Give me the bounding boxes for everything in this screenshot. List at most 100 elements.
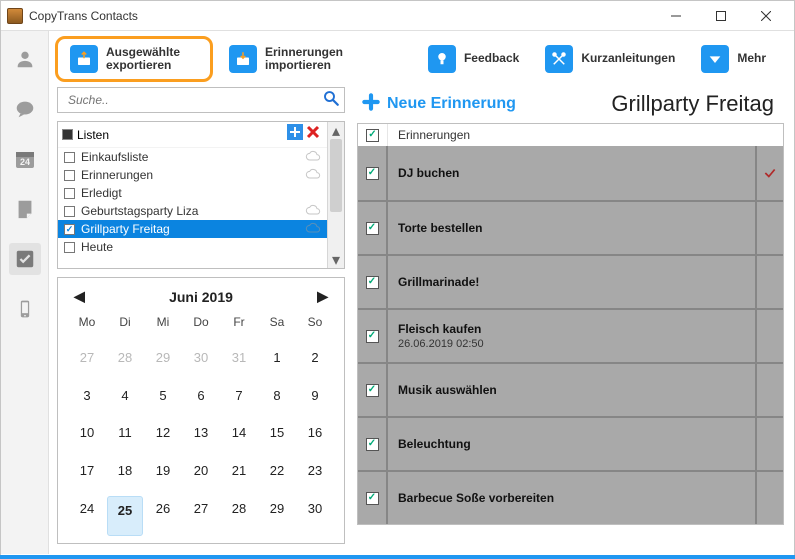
window-maximize[interactable] [698, 1, 743, 31]
window-minimize[interactable] [653, 1, 698, 31]
calendar-day[interactable]: 13 [182, 419, 220, 457]
list-item[interactable]: Geburtstagsparty Liza [58, 202, 327, 220]
import-reminders-button[interactable]: Erinnerungen importieren [219, 41, 367, 77]
list-item-checkbox[interactable] [64, 224, 75, 235]
calendar-next-icon[interactable]: ▶ [317, 288, 328, 305]
search-icon[interactable] [322, 89, 340, 112]
tab-device[interactable] [9, 293, 41, 325]
reminder-checkbox[interactable] [366, 167, 379, 180]
calendar-day[interactable]: 7 [220, 382, 258, 420]
calendar-day[interactable]: 30 [296, 495, 334, 537]
calendar-day[interactable]: 9 [296, 382, 334, 420]
calendar-day[interactable]: 6 [182, 382, 220, 420]
tab-notes[interactable] [9, 193, 41, 225]
calendar-day[interactable]: 29 [144, 344, 182, 382]
reminder-row[interactable]: Fleisch kaufen26.06.2019 02:50 [358, 308, 783, 362]
calendar-day[interactable]: 1 [258, 344, 296, 382]
list-item-checkbox[interactable] [64, 242, 75, 253]
feedback-button[interactable]: Feedback [418, 41, 529, 77]
new-reminder-button[interactable]: Neue Erinnerung [361, 92, 516, 117]
reminder-flag-icon [755, 364, 783, 416]
list-item[interactable]: Erinnerungen [58, 166, 327, 184]
tab-calendar[interactable]: 24 [9, 143, 41, 175]
calendar-day[interactable]: 16 [296, 419, 334, 457]
reminder-checkbox[interactable] [366, 492, 379, 505]
guides-button[interactable]: Kurzanleitungen [535, 41, 685, 77]
reminder-title: DJ buchen [388, 158, 755, 188]
calendar-day[interactable]: 8 [258, 382, 296, 420]
reminder-flag-icon [755, 472, 783, 524]
calendar-dow: Mo [68, 311, 106, 344]
calendar-day[interactable]: 28 [220, 495, 258, 537]
reminder-row[interactable]: Musik auswählen [358, 362, 783, 416]
calendar-day[interactable]: 22 [258, 457, 296, 495]
window-close[interactable] [743, 1, 788, 31]
list-item-checkbox[interactable] [64, 170, 75, 181]
list-item-checkbox[interactable] [64, 152, 75, 163]
tab-contacts[interactable] [9, 43, 41, 75]
calendar-day[interactable]: 11 [106, 419, 144, 457]
reminder-row[interactable]: Beleuchtung [358, 416, 783, 470]
reminder-checkbox[interactable] [366, 222, 379, 235]
calendar-day[interactable]: 30 [182, 344, 220, 382]
export-selected-button[interactable]: Ausgewählte exportieren [60, 41, 208, 77]
calendar-day[interactable]: 29 [258, 495, 296, 537]
reminder-checkbox[interactable] [366, 384, 379, 397]
reminder-row[interactable]: Grillmarinade! [358, 254, 783, 308]
calendar-day[interactable]: 15 [258, 419, 296, 457]
calendar-day[interactable]: 20 [182, 457, 220, 495]
calendar-day[interactable]: 31 [220, 344, 258, 382]
search-input[interactable] [66, 92, 322, 108]
calendar-day[interactable]: 23 [296, 457, 334, 495]
tab-messages[interactable] [9, 93, 41, 125]
delete-list-icon[interactable] [305, 124, 321, 145]
scroll-down-icon[interactable]: ▾ [328, 251, 344, 268]
calendar-day[interactable]: 24 [68, 495, 106, 537]
reminder-row[interactable]: Torte bestellen [358, 200, 783, 254]
calendar-day[interactable]: 10 [68, 419, 106, 457]
calendar-day[interactable]: 27 [182, 495, 220, 537]
calendar-day[interactable]: 4 [106, 382, 144, 420]
add-list-icon[interactable] [287, 124, 303, 145]
select-all-reminders[interactable] [366, 129, 379, 142]
reminder-row[interactable]: Barbecue Soße vorbereiten [358, 470, 783, 524]
list-item-checkbox[interactable] [64, 188, 75, 199]
calendar-dow: Fr [220, 311, 258, 344]
calendar-month-label: Juni 2019 [169, 289, 233, 305]
more-label: Mehr [737, 52, 766, 65]
list-item[interactable]: Erledigt [58, 184, 327, 202]
tab-reminders[interactable] [9, 243, 41, 275]
calendar-day[interactable]: 18 [106, 457, 144, 495]
list-item[interactable]: Grillparty Freitag [58, 220, 327, 238]
calendar-day[interactable]: 5 [144, 382, 182, 420]
calendar-day[interactable]: 14 [220, 419, 258, 457]
lists-select-all[interactable] [62, 129, 73, 140]
scroll-up-icon[interactable]: ▴ [328, 122, 344, 139]
search-box[interactable] [57, 87, 345, 113]
reminder-checkbox[interactable] [366, 276, 379, 289]
reminder-flag-icon[interactable] [755, 146, 783, 200]
reminder-row[interactable]: DJ buchen [358, 146, 783, 200]
calendar-day[interactable]: 27 [68, 344, 106, 382]
list-item-label: Erinnerungen [81, 168, 153, 182]
list-item-checkbox[interactable] [64, 206, 75, 217]
list-item[interactable]: Heute [58, 238, 327, 256]
calendar-day[interactable]: 2 [296, 344, 334, 382]
calendar-day[interactable]: 28 [106, 344, 144, 382]
calendar-prev-icon[interactable]: ◀ [74, 288, 85, 305]
calendar-day[interactable]: 26 [144, 495, 182, 537]
more-button[interactable]: Mehr [691, 41, 776, 77]
lists-title: Listen [77, 128, 109, 142]
calendar-day[interactable]: 17 [68, 457, 106, 495]
calendar-day[interactable]: 3 [68, 382, 106, 420]
reminder-checkbox[interactable] [366, 330, 379, 343]
reminder-title: Barbecue Soße vorbereiten [388, 483, 755, 513]
calendar: ◀ Juni 2019 ▶ MoDiMiDoFrSaSo272829303112… [57, 277, 345, 544]
reminder-checkbox[interactable] [366, 438, 379, 451]
calendar-day[interactable]: 25 [107, 496, 143, 536]
list-item[interactable]: Einkaufsliste [58, 148, 327, 166]
calendar-day[interactable]: 12 [144, 419, 182, 457]
calendar-day[interactable]: 19 [144, 457, 182, 495]
calendar-day[interactable]: 21 [220, 457, 258, 495]
lists-scrollbar[interactable]: ▴ ▾ [327, 122, 344, 268]
